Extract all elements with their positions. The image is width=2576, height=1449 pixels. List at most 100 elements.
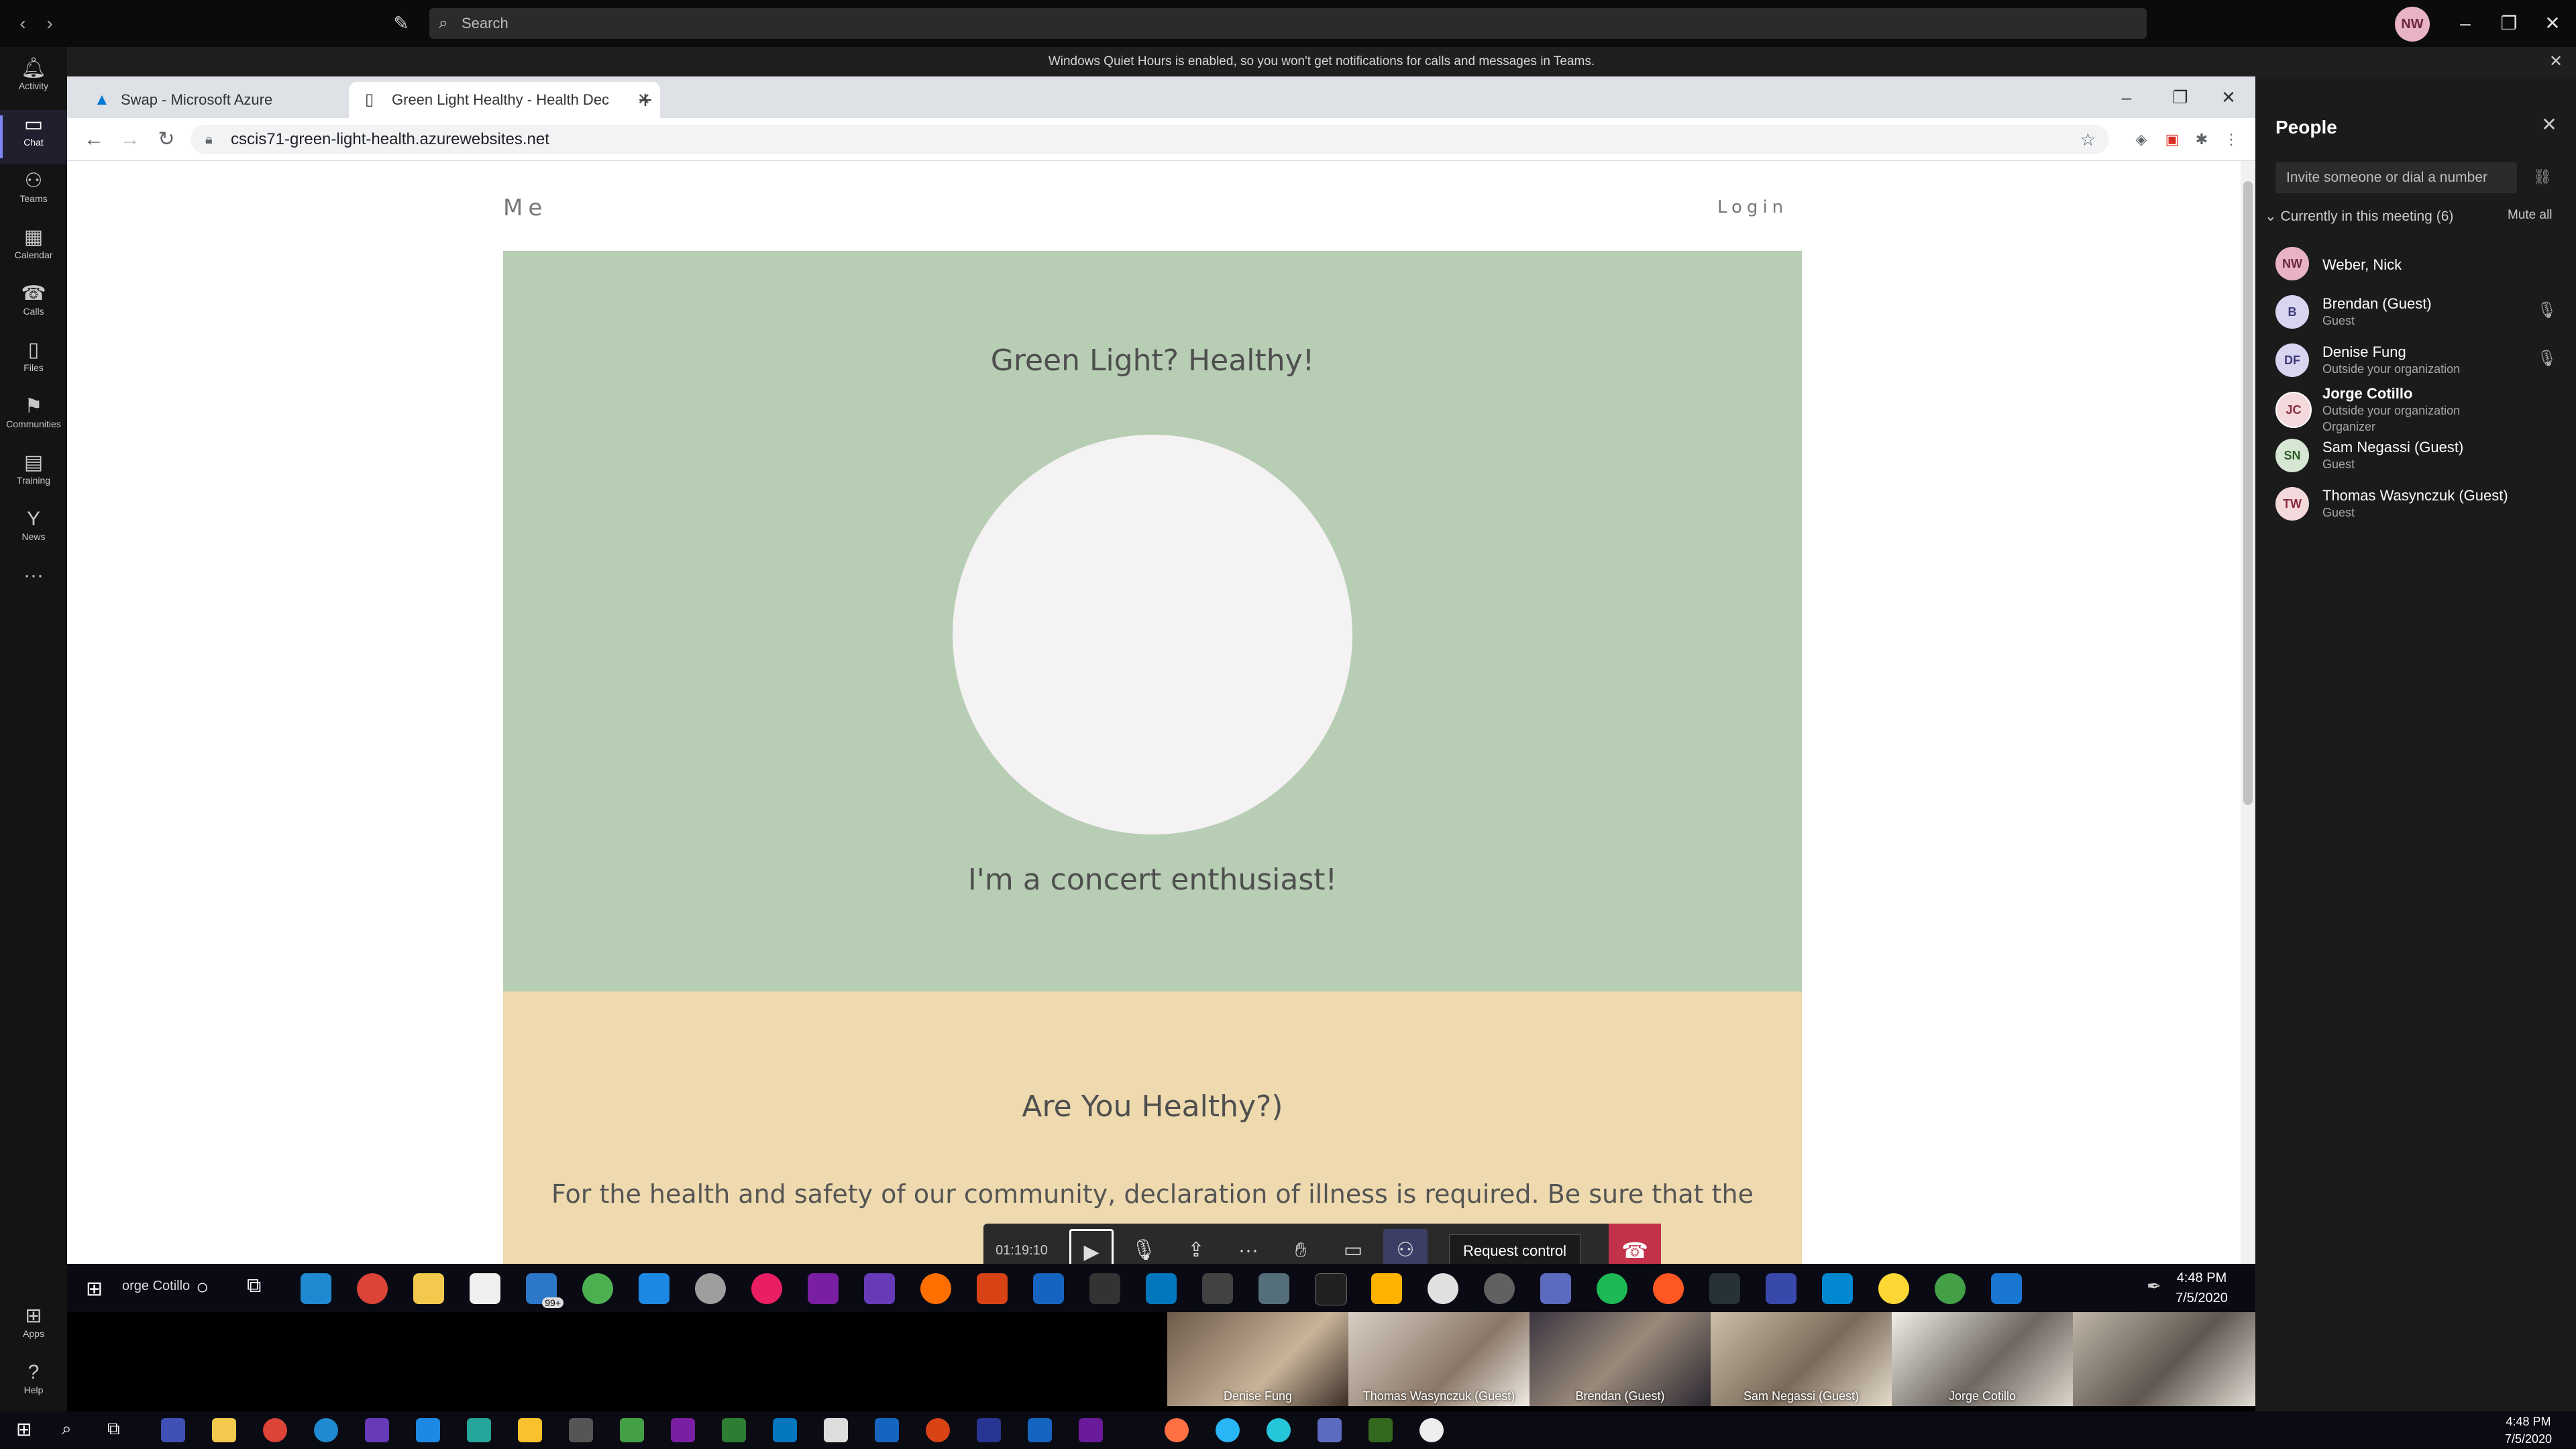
visual-studio-icon[interactable]: [1079, 1418, 1103, 1442]
minimize-icon[interactable]: –: [2442, 0, 2489, 47]
visual-studio-icon[interactable]: [864, 1273, 895, 1304]
rail-item-news[interactable]: Y News: [0, 504, 67, 558]
slack-icon[interactable]: [751, 1273, 782, 1304]
rail-item-communities[interactable]: ⚑ Communities: [0, 392, 67, 445]
rail-item-apps[interactable]: ⊞ Apps: [0, 1301, 67, 1355]
participant-row[interactable]: TW Thomas Wasynczuk (Guest) Guest: [2275, 480, 2564, 529]
in-meeting-header[interactable]: ⌄ Currently in this meeting (6): [2265, 208, 2453, 225]
app-icon[interactable]: [875, 1418, 899, 1442]
mute-all-button[interactable]: Mute all: [2508, 208, 2553, 223]
tab-azure[interactable]: ▲ Swap - Microsoft Azure ✕: [78, 82, 389, 118]
more-apps-button[interactable]: ···: [0, 561, 67, 614]
rail-item-training[interactable]: ▤ Training: [0, 448, 67, 502]
terminal-icon[interactable]: [1315, 1273, 1347, 1305]
back-arrow-icon[interactable]: ‹: [9, 0, 36, 47]
app-icon[interactable]: [1653, 1273, 1684, 1304]
app-icon[interactable]: [1371, 1273, 1402, 1304]
app-icon[interactable]: [695, 1273, 726, 1304]
spotify-icon[interactable]: [1597, 1273, 1627, 1304]
url-input[interactable]: 🔒︎ cscis71-green-light-health.azurewebsi…: [191, 125, 2109, 154]
powerpoint-icon[interactable]: [977, 1273, 1008, 1304]
task-view-icon[interactable]: ⧉: [107, 1418, 120, 1440]
vscode-icon[interactable]: [416, 1418, 440, 1442]
app-icon[interactable]: [569, 1418, 593, 1442]
app-icon[interactable]: [1089, 1273, 1120, 1304]
rail-item-help[interactable]: ? Help: [0, 1358, 67, 1411]
close-icon[interactable]: ✕: [2202, 76, 2255, 118]
rail-item-files[interactable]: ▯ Files: [0, 335, 67, 389]
tab-green-light[interactable]: ▯ Green Light Healthy - Health Dec ✕: [349, 82, 660, 118]
video-tile[interactable]: Sam Negassi (Guest): [1711, 1312, 1892, 1406]
app-icon[interactable]: [518, 1418, 542, 1442]
app-icon[interactable]: [1202, 1273, 1233, 1304]
skype-icon[interactable]: [1216, 1418, 1240, 1442]
avatar[interactable]: NW: [2395, 7, 2430, 42]
participant-row[interactable]: SN Sam Negassi (Guest) Guest: [2275, 432, 2564, 480]
app-icon[interactable]: [920, 1273, 951, 1304]
invite-input[interactable]: Invite someone or dial a number: [2275, 162, 2517, 193]
menu-dots-icon[interactable]: ⋮: [2218, 126, 2245, 153]
teams-icon[interactable]: [1318, 1418, 1342, 1442]
rail-item-teams[interactable]: ⚇ Teams: [0, 166, 67, 220]
app-icon[interactable]: [467, 1418, 491, 1442]
app-icon[interactable]: [161, 1418, 185, 1442]
app-icon[interactable]: [1368, 1418, 1393, 1442]
rail-item-calls[interactable]: ☎ Calls: [0, 279, 67, 333]
rail-item-calendar[interactable]: ▦ Calendar: [0, 223, 67, 276]
video-tile[interactable]: Thomas Wasynczuk (Guest): [1348, 1312, 1529, 1406]
site-nav-me[interactable]: Me: [503, 195, 547, 221]
app-icon[interactable]: [1878, 1273, 1909, 1304]
close-icon[interactable]: ✕: [2542, 47, 2569, 76]
app-icon[interactable]: [1267, 1418, 1291, 1442]
scroll-thumb[interactable]: [2243, 181, 2253, 805]
onenote-icon[interactable]: [808, 1273, 839, 1304]
app-icon[interactable]: [1822, 1273, 1853, 1304]
extension-badge-icon[interactable]: ▣: [2159, 126, 2186, 153]
store-icon[interactable]: [470, 1273, 500, 1304]
task-view-icon[interactable]: ⧉: [247, 1275, 261, 1297]
amazon-music-icon[interactable]: [1766, 1273, 1796, 1304]
new-tab-button[interactable]: +: [627, 82, 663, 118]
powerpoint-icon[interactable]: [926, 1418, 950, 1442]
app-icon[interactable]: [1709, 1273, 1740, 1304]
share-invite-icon[interactable]: ⛓: [2529, 164, 2556, 191]
app-icon[interactable]: [1033, 1273, 1064, 1304]
edge-icon[interactable]: [301, 1273, 331, 1304]
video-tile[interactable]: Brendan (Guest): [1529, 1312, 1711, 1406]
visual-studio-icon[interactable]: [365, 1418, 389, 1442]
close-icon[interactable]: ✕: [2536, 111, 2563, 138]
compose-icon[interactable]: ✎: [386, 0, 416, 47]
app-icon[interactable]: [1484, 1273, 1515, 1304]
vscode-icon[interactable]: [639, 1273, 669, 1304]
restore-icon[interactable]: ❐: [2485, 0, 2532, 47]
back-arrow-icon[interactable]: ←: [75, 118, 113, 161]
forward-arrow-icon[interactable]: →: [111, 118, 149, 161]
star-icon[interactable]: ☆: [2080, 125, 2096, 154]
app-icon[interactable]: [620, 1418, 644, 1442]
outlook-icon[interactable]: [1146, 1273, 1177, 1304]
app-icon[interactable]: [1428, 1273, 1458, 1304]
video-tile[interactable]: [2073, 1312, 2255, 1406]
teams-icon[interactable]: [1540, 1273, 1571, 1304]
site-nav-login[interactable]: Login: [1717, 197, 1788, 217]
rail-item-activity[interactable]: 🔔︎ Activity: [0, 54, 67, 107]
remote-desktop-icon[interactable]: [1991, 1273, 2022, 1304]
excel-icon[interactable]: [722, 1418, 746, 1442]
github-icon[interactable]: [1419, 1418, 1444, 1442]
request-control-button[interactable]: Request control: [1449, 1234, 1580, 1267]
chrome-icon[interactable]: [582, 1273, 613, 1304]
firefox-icon[interactable]: [1165, 1418, 1189, 1442]
chrome-icon[interactable]: [263, 1418, 287, 1442]
participant-row[interactable]: B Brendan (Guest) Guest 🎙︎: [2275, 288, 2564, 337]
extension-icon[interactable]: ◈: [2128, 126, 2155, 153]
video-tile[interactable]: Denise Fung: [1167, 1312, 1348, 1406]
restore-icon[interactable]: ❐: [2153, 76, 2207, 118]
windows-start-icon[interactable]: ⊞: [16, 1418, 32, 1440]
folder-icon[interactable]: [212, 1418, 236, 1442]
folder-icon[interactable]: [413, 1273, 444, 1304]
app-icon[interactable]: [977, 1418, 1001, 1442]
chrome-icon[interactable]: [1935, 1273, 1966, 1304]
chrome-icon[interactable]: [357, 1273, 388, 1304]
word-icon[interactable]: [1028, 1418, 1052, 1442]
close-icon[interactable]: ✕: [2529, 0, 2576, 47]
